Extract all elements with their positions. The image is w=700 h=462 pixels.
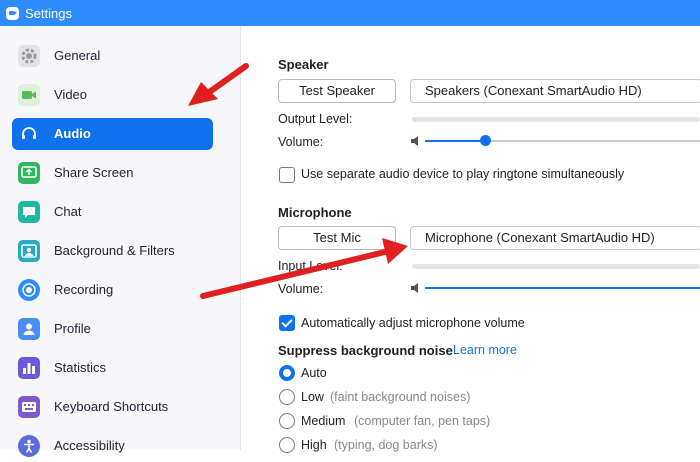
- ringtone-label: Use separate audio device to play ringto…: [301, 167, 625, 181]
- statistics-icon: [18, 357, 40, 379]
- sidebar-item-video[interactable]: Video: [12, 79, 213, 111]
- checkmark-icon: [281, 316, 293, 328]
- sidebar-item-label: Chat: [54, 204, 82, 219]
- noise-option-label: Auto: [301, 366, 327, 380]
- noise-option-label: Low: [301, 390, 324, 404]
- speaker-volume-slider[interactable]: [425, 140, 700, 142]
- sidebar-item-accessibility[interactable]: Accessibility: [12, 430, 213, 462]
- sidebar-item-label: Video: [54, 87, 88, 102]
- microphone-section-title: Microphone: [278, 205, 352, 220]
- volume-low-icon: [411, 283, 418, 293]
- microphone-volume-label: Volume:: [278, 282, 324, 296]
- zoom-logo-icon: [6, 7, 19, 20]
- sidebar-item-audio[interactable]: Audio: [12, 118, 213, 150]
- noise-high-radio[interactable]: [279, 437, 295, 453]
- sidebar-item-keyboard-shortcuts[interactable]: Keyboard Shortcuts: [12, 391, 213, 423]
- output-level-label: Output Level:: [278, 112, 353, 126]
- sidebar-item-label: General: [54, 48, 101, 63]
- learn-more-link[interactable]: Learn more: [453, 343, 517, 357]
- input-level-label: Input Level:: [278, 259, 343, 273]
- speaker-device-select[interactable]: Speakers (Conexant SmartAudio HD): [410, 79, 700, 103]
- noise-low-radio[interactable]: [279, 389, 295, 405]
- window-title: Settings: [25, 6, 72, 21]
- settings-sidebar: General Video Audio Share Screen Chat Ba…: [0, 26, 241, 457]
- noise-section-title: Suppress background noise: [278, 343, 453, 358]
- sidebar-item-label: Share Screen: [54, 165, 134, 180]
- sidebar-item-chat[interactable]: Chat: [12, 196, 213, 228]
- noise-option-label: Medium: [301, 414, 346, 428]
- headphones-icon: [18, 123, 40, 145]
- sidebar-item-label: Audio: [54, 126, 91, 141]
- ringtone-checkbox[interactable]: [279, 167, 295, 183]
- microphone-volume-slider[interactable]: [425, 287, 700, 289]
- speaker-volume-fill: [425, 140, 486, 142]
- profile-icon: [18, 318, 40, 340]
- accessibility-icon: [18, 435, 40, 457]
- sidebar-item-share-screen[interactable]: Share Screen: [12, 157, 213, 189]
- noise-option-hint: (computer fan, pen taps): [354, 414, 491, 428]
- noise-medium-radio[interactable]: [279, 413, 295, 429]
- input-level-meter: [412, 264, 700, 269]
- speaker-section-title: Speaker: [278, 57, 329, 72]
- volume-low-icon: [411, 136, 418, 146]
- speaker-volume-thumb[interactable]: [480, 135, 491, 146]
- auto-adjust-label: Automatically adjust microphone volume: [301, 316, 525, 330]
- audio-settings-panel: Speaker Test Speaker Speakers (Conexant …: [241, 26, 700, 453]
- share-screen-icon: [18, 162, 40, 184]
- sidebar-item-label: Keyboard Shortcuts: [54, 399, 169, 414]
- microphone-device-select[interactable]: Microphone (Conexant SmartAudio HD): [410, 226, 700, 250]
- title-bar: Settings: [0, 0, 700, 26]
- sidebar-item-statistics[interactable]: Statistics: [12, 352, 213, 384]
- speaker-volume-label: Volume:: [278, 135, 324, 149]
- gear-icon: [18, 45, 40, 67]
- noise-auto-radio[interactable]: [279, 365, 295, 381]
- sidebar-item-label: Background & Filters: [54, 243, 175, 258]
- sidebar-item-label: Recording: [54, 282, 114, 297]
- sidebar-item-general[interactable]: General: [12, 40, 213, 72]
- sidebar-item-recording[interactable]: Recording: [12, 274, 213, 306]
- sidebar-item-label: Accessibility: [54, 438, 125, 453]
- video-camera-icon: [18, 84, 40, 106]
- sidebar-item-background-filters[interactable]: Background & Filters: [12, 235, 213, 267]
- test-mic-button[interactable]: Test Mic: [278, 226, 396, 250]
- keyboard-icon: [18, 396, 40, 418]
- sidebar-item-label: Statistics: [54, 360, 107, 375]
- person-background-icon: [18, 240, 40, 262]
- sidebar-item-profile[interactable]: Profile: [12, 313, 213, 345]
- test-speaker-button[interactable]: Test Speaker: [278, 79, 396, 103]
- output-level-meter: [412, 117, 700, 122]
- record-icon: [18, 279, 40, 301]
- sidebar-item-label: Profile: [54, 321, 91, 336]
- noise-option-hint: (faint background noises): [330, 390, 471, 404]
- auto-adjust-checkbox[interactable]: [279, 315, 295, 331]
- chat-bubble-icon: [18, 201, 40, 223]
